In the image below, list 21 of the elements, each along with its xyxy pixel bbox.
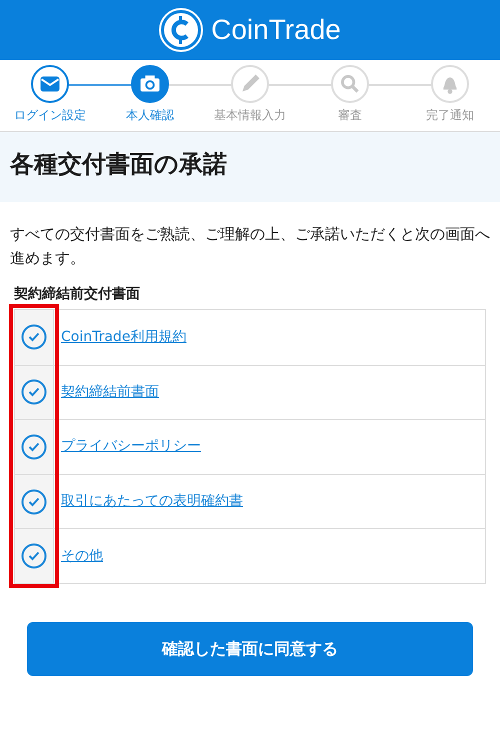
section-label: 契約締結前交付書面 <box>14 284 141 304</box>
check-circle-icon[interactable] <box>21 434 47 460</box>
intro-text: すべての交付書面をご熟読、ご理解の上、ご承諾いただくと次の画面へ進めます。 <box>10 224 490 269</box>
check-circle-icon[interactable] <box>21 488 47 515</box>
brand-name: CoinTrade <box>211 13 341 47</box>
check-circle-icon[interactable] <box>21 543 47 570</box>
document-link[interactable]: その他 <box>61 546 103 567</box>
agree-button[interactable]: 確認した書面に同意する <box>27 622 473 676</box>
step-label: 審査 <box>338 107 362 124</box>
check-circle-icon[interactable] <box>21 324 47 350</box>
step-label: 基本情報入力 <box>214 107 286 124</box>
step-label: 完了通知 <box>426 107 474 124</box>
document-link[interactable]: 契約締結前書面 <box>61 382 159 403</box>
document-link[interactable]: CoinTrade利用規約 <box>61 326 186 348</box>
page-title: 各種交付書面の承諾 <box>10 150 228 179</box>
step-label: ログイン設定 <box>14 107 86 124</box>
document-link[interactable]: プライバシーポリシー <box>61 436 201 458</box>
coin-logo-icon <box>159 8 204 52</box>
document-link[interactable]: 取引にあたっての表明確約書 <box>61 491 243 512</box>
step-label: 本人確認 <box>126 107 174 124</box>
check-circle-icon[interactable] <box>21 379 47 406</box>
